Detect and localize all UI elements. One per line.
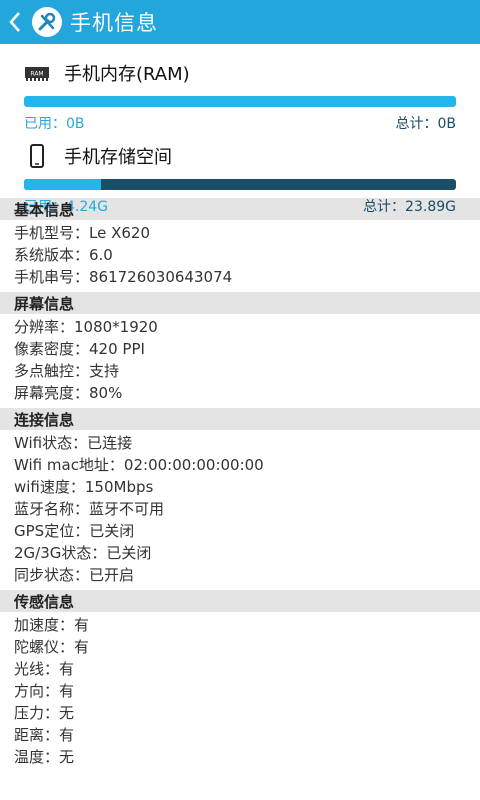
info-row: 方向：有 [14,682,75,700]
storage-progress-fill [24,179,101,190]
info-row: 分辨率：1080*1920 [14,318,158,336]
app-bar: 手机信息 [0,0,480,44]
info-row: 手机型号：Le X620 [14,224,150,242]
ram-total: 总计：0B [395,116,456,132]
info-row: 陀螺仪：有 [14,638,90,656]
info-list: 分辨率：1080*1920 像素密度：420 PPI 多点触控：支持 屏幕亮度：80% [0,314,480,408]
section-header: 连接信息 [0,408,480,430]
phone-icon [30,144,44,168]
ram-row: RAM 手机内存(RAM) [24,58,456,88]
info-row: 同步状态：已开启 [14,566,135,584]
section-header: 传感信息 [0,590,480,612]
info-row: 手机串号：861726030643074 [14,268,233,286]
info-list: 手机型号：Le X620 系统版本：6.0 手机串号：861726030643074 [0,220,480,292]
storage-total: 总计：23.89G [363,199,456,215]
info-row: 距离：有 [14,726,75,744]
ram-progress-bar [24,96,456,107]
info-row: 蓝牙名称：蓝牙不可用 [14,500,165,518]
info-row: wifi速度：150Mbps [14,478,154,496]
chevron-left-icon [9,12,20,32]
ram-label: 手机内存(RAM) [64,64,190,85]
info-sections: 基本信息 手机型号：Le X620 系统版本：6.0 手机串号：86172603064… [0,198,480,772]
storage-panel: RAM 手机内存(RAM) 已用：0B 总计：0B 手机存储空间 已用：4.24… [0,44,480,215]
info-row: 屏幕亮度：80% [14,384,123,402]
info-row: 加速度：有 [14,616,90,634]
info-row: Wifi mac地址：02:00:00:00:00:00 [14,456,264,474]
info-row: GPS定位：已关闭 [14,522,135,540]
svg-text:RAM: RAM [30,71,43,78]
storage-progress-bar [24,179,456,190]
info-row: 温度：无 [14,748,75,766]
storage-label: 手机存储空间 [64,147,172,168]
info-list: Wifi状态：已连接 Wifi mac地址：02:00:00:00:00:00 wi… [0,430,480,590]
info-row: Wifi状态：已连接 [14,434,133,452]
info-row: 像素密度：420 PPI [14,340,145,358]
section-header: 屏幕信息 [0,292,480,314]
page-title: 手机信息 [70,11,158,35]
storage-row: 手机存储空间 [24,141,456,171]
info-row: 系统版本：6.0 [14,246,113,264]
info-list: 加速度：有陀螺仪：有光线：有方向：有压力：无距离：有温度：无 [0,612,480,772]
info-row: 光线：有 [14,660,75,678]
back-button[interactable] [2,0,28,44]
info-row: 压力：无 [14,704,75,722]
tools-icon [32,7,62,37]
ram-chip-icon: RAM [25,67,49,81]
ram-used: 已用：0B [24,116,85,132]
info-row: 多点触控：支持 [14,362,120,380]
info-row: 2G/3G状态：已关闭 [14,544,152,562]
